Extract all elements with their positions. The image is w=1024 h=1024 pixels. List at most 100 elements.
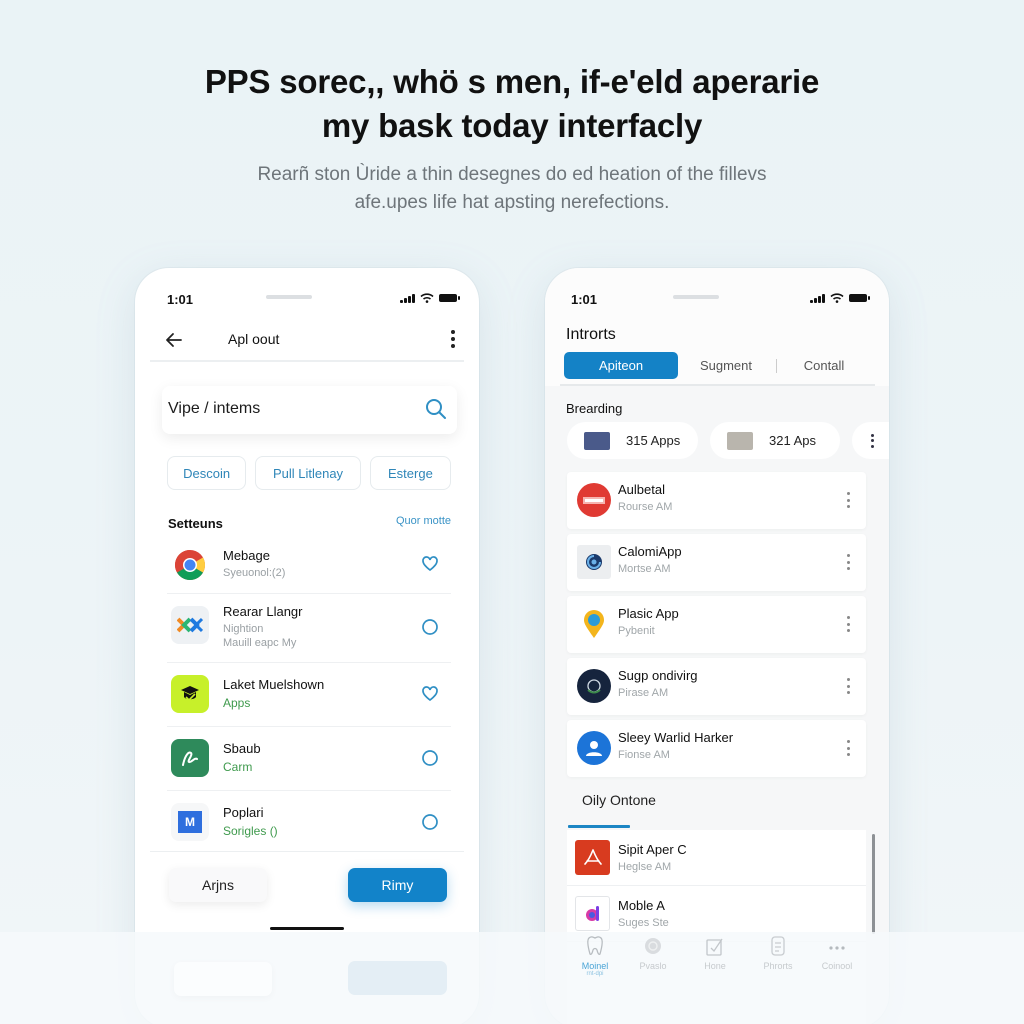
pill-321-aps[interactable]: 321 Aps <box>710 422 840 459</box>
divider <box>150 851 464 852</box>
globe-icon <box>577 669 611 703</box>
battery-icon <box>849 294 870 302</box>
phone-left: 1:01 Apl oout Descoin Pull Litlenay Este… <box>135 268 479 1024</box>
tab-label: Hone <box>704 961 726 971</box>
pill-label: 321 Aps <box>769 433 816 448</box>
reflection-button <box>348 961 447 995</box>
reflection-button <box>174 962 272 996</box>
document-icon <box>771 936 785 956</box>
edit-icon <box>706 938 723 956</box>
item-subtitle: Heglse AM <box>618 861 672 873</box>
phone-right: 1:01 Introrts Apiteon Sugment Contall Br… <box>545 268 889 1024</box>
more-icon <box>829 946 845 950</box>
segment-sugment[interactable]: Sugment <box>684 352 768 379</box>
scrollbar[interactable] <box>872 834 875 934</box>
section-more-link[interactable]: Quor motte <box>396 515 451 527</box>
app-card[interactable]: Sleey Warlid Harker Fionse AM <box>567 720 866 777</box>
app-bar-title: Apl oout <box>228 331 280 347</box>
tab-label: Pvaslo <box>639 961 667 971</box>
circle-icon[interactable] <box>421 618 439 636</box>
list-item[interactable]: M Poplari Sorigles () <box>167 791 451 853</box>
kebab-icon[interactable] <box>847 740 851 756</box>
item-title: Mebage <box>223 548 270 563</box>
kebab-icon[interactable] <box>847 554 851 570</box>
secondary-button[interactable]: Arjns <box>169 868 267 902</box>
list-item[interactable]: Laket Muelshown Apps <box>167 663 451 727</box>
card-subtitle: Rourse AM <box>618 501 673 513</box>
list-item[interactable]: Sipit Aper C Heglse AM <box>567 830 866 886</box>
list-item[interactable]: Mebage Syeuonol:(2) <box>167 538 451 594</box>
subline-line-2: afe.upes life hat apsting nerefections. <box>354 192 670 213</box>
tab-oily-ontone[interactable]: Oily Ontone <box>582 792 656 808</box>
chip-descoin[interactable]: Descoin <box>167 456 247 490</box>
app-card[interactable]: Aulbetal Rourse AM <box>567 472 866 529</box>
item-subtitle: Sorigles () <box>223 824 278 838</box>
item-title: Moble A <box>618 898 665 913</box>
section-header: Setteuns Quor motte <box>168 515 451 533</box>
m-logo-icon: M <box>171 803 209 841</box>
app-card[interactable]: Plasic App Pybenit <box>567 596 866 653</box>
card-subtitle: Pybenit <box>618 625 655 637</box>
tab-coinool[interactable]: Coinool <box>807 935 867 971</box>
tab-label: Coinool <box>821 961 853 971</box>
tab-moinel[interactable]: Moinel rnt-dpi <box>565 935 625 977</box>
status-time: 1:01 <box>571 292 598 307</box>
item-subtitle: Carm <box>223 760 253 774</box>
search-icon[interactable] <box>425 398 447 420</box>
segment-apiteon[interactable]: Apiteon <box>564 352 678 379</box>
search-box <box>162 386 457 434</box>
list-item[interactable]: Rearar Llangr Nightion Mauill eapc My <box>167 594 451 663</box>
pill-more[interactable] <box>852 422 889 459</box>
wifi-icon <box>420 293 434 303</box>
circle-icon[interactable] <box>421 813 439 831</box>
tab-pvaslo[interactable]: Pvaslo <box>623 935 683 971</box>
card-subtitle: Fionse AM <box>618 749 670 761</box>
kebab-icon[interactable] <box>847 616 851 632</box>
app-card[interactable]: Sugp ondivirg Pirase AM <box>567 658 866 715</box>
home-indicator <box>270 927 344 930</box>
app-card[interactable]: CalomiApp Mortse AM <box>567 534 866 591</box>
signal-icon <box>810 293 825 303</box>
arrow-left-icon[interactable] <box>164 330 184 350</box>
tab-phrorts[interactable]: Phrorts <box>748 935 808 971</box>
card-title: Plasic App <box>618 606 679 621</box>
list-item[interactable]: Sbaub Carm <box>167 727 451 791</box>
tab-label: Phrorts <box>763 961 793 971</box>
circle-icon[interactable] <box>421 749 439 767</box>
person-icon <box>577 731 611 765</box>
search-input[interactable] <box>168 400 408 418</box>
item-title: Sbaub <box>223 741 261 756</box>
disc-icon <box>645 938 661 954</box>
item-subtitle-secondary: Mauill eapc My <box>223 637 297 649</box>
item-subtitle: Syeuonol:(2) <box>223 567 286 579</box>
status-bar: 1:01 <box>167 292 460 308</box>
heart-icon[interactable] <box>421 555 439 573</box>
card-subtitle: Pirase AM <box>618 687 669 699</box>
primary-button[interactable]: Rimy <box>348 868 447 902</box>
page-subheadline: Rearñ ston Ùride a thin desegnes do ed h… <box>0 161 1024 217</box>
battery-icon <box>439 294 460 302</box>
heart-icon[interactable] <box>421 685 439 703</box>
pill-315-apps[interactable]: 315 Apps <box>567 422 698 459</box>
more-icon <box>871 433 874 448</box>
status-time: 1:01 <box>167 292 194 307</box>
card-title: Sleey Warlid Harker <box>618 730 734 745</box>
item-title: Sipit Aper C <box>618 842 687 857</box>
kebab-icon[interactable] <box>847 492 851 508</box>
red-badge-icon <box>577 483 611 517</box>
d-logo-icon <box>575 896 610 931</box>
card-title: Sugp ondivirg <box>618 668 698 683</box>
chip-esterge[interactable]: Esterge <box>369 456 451 490</box>
xk-icon <box>171 606 209 644</box>
footer-actions: Arjns Rimy <box>169 868 447 904</box>
acrobat-icon <box>575 840 610 875</box>
divider <box>560 384 875 386</box>
segment-contall[interactable]: Contall <box>784 352 864 379</box>
chip-pull-litlenay[interactable]: Pull Litlenay <box>255 456 361 490</box>
headline-line-1: PPS sorec,, whö s men, if-e'eld aperarie <box>204 63 820 100</box>
kebab-icon[interactable] <box>847 678 851 694</box>
tab-hone[interactable]: Hone <box>685 935 745 971</box>
kebab-icon[interactable] <box>450 330 456 348</box>
notch <box>673 295 719 299</box>
scribble-icon <box>171 739 209 777</box>
